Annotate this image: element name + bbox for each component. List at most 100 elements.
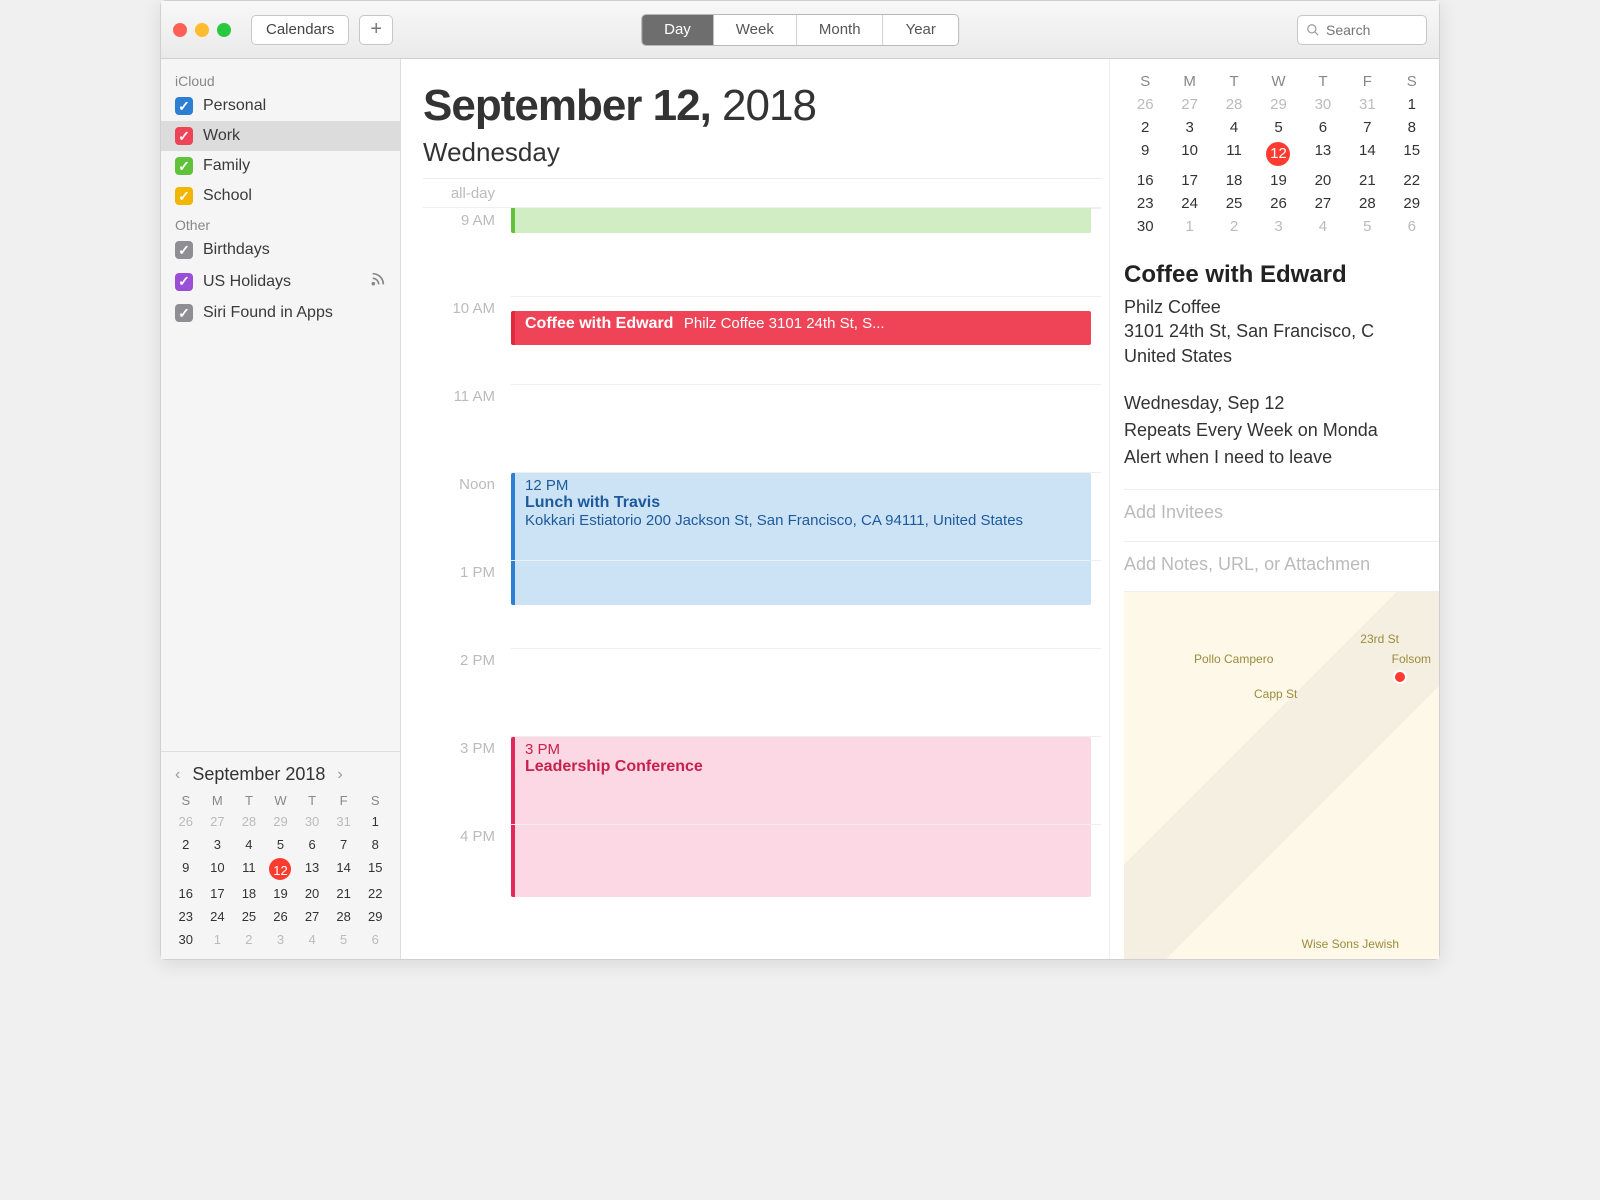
- day-cell[interactable]: 5: [329, 930, 359, 949]
- day-cell[interactable]: 29: [266, 812, 296, 831]
- day-cell[interactable]: 24: [1168, 195, 1210, 212]
- day-cell[interactable]: 9: [171, 858, 201, 880]
- calendar-checkbox[interactable]: ✓: [175, 157, 193, 175]
- day-cell[interactable]: 11: [234, 858, 264, 880]
- day-cell[interactable]: 16: [171, 884, 201, 903]
- day-cell[interactable]: 30: [1124, 218, 1166, 235]
- day-cell[interactable]: 6: [360, 930, 390, 949]
- minimize-icon[interactable]: [195, 23, 209, 37]
- day-cell[interactable]: 29: [360, 907, 390, 926]
- day-cell[interactable]: 12: [269, 858, 291, 880]
- sidebar-item-school[interactable]: ✓School: [161, 181, 400, 211]
- sidebar-item-work[interactable]: ✓Work: [161, 121, 400, 151]
- event-when[interactable]: Wednesday, Sep 12: [1124, 390, 1439, 417]
- day-cell[interactable]: 27: [1302, 195, 1344, 212]
- calendar-checkbox[interactable]: ✓: [175, 241, 193, 259]
- day-cell[interactable]: 2: [234, 930, 264, 949]
- day-cell[interactable]: 5: [1257, 119, 1299, 136]
- day-cell[interactable]: 30: [297, 812, 327, 831]
- sidebar-item-siri-found-in-apps[interactable]: ✓Siri Found in Apps: [161, 298, 400, 328]
- day-cell[interactable]: 13: [1302, 142, 1344, 166]
- day-cell[interactable]: 31: [1346, 96, 1388, 113]
- day-cell[interactable]: 16: [1124, 172, 1166, 189]
- day-cell[interactable]: 15: [1391, 142, 1433, 166]
- event-block[interactable]: 8:30 AMFaceTime with grandma: [511, 208, 1091, 233]
- add-invitees-field[interactable]: Add Invitees: [1124, 502, 1439, 523]
- day-cell[interactable]: 28: [1346, 195, 1388, 212]
- event-title[interactable]: Coffee with Edward: [1124, 261, 1439, 289]
- day-cell[interactable]: 10: [1168, 142, 1210, 166]
- day-grid[interactable]: 9 AM8:30 AMFaceTime with grandma10 AMCof…: [423, 208, 1101, 959]
- day-cell[interactable]: 8: [360, 835, 390, 854]
- day-cell[interactable]: 1: [1168, 218, 1210, 235]
- day-cell[interactable]: 7: [1346, 119, 1388, 136]
- day-cell[interactable]: 6: [1391, 218, 1433, 235]
- day-cell[interactable]: 19: [266, 884, 296, 903]
- day-cell[interactable]: 7: [329, 835, 359, 854]
- search-input[interactable]: [1326, 22, 1406, 38]
- calendar-checkbox[interactable]: ✓: [175, 187, 193, 205]
- day-cell[interactable]: 30: [171, 930, 201, 949]
- sidebar-item-us-holidays[interactable]: ✓US Holidays: [161, 265, 400, 298]
- calendar-checkbox[interactable]: ✓: [175, 273, 193, 291]
- day-cell[interactable]: 19: [1257, 172, 1299, 189]
- day-cell[interactable]: 26: [1124, 96, 1166, 113]
- hour-cell[interactable]: 3 PMLeadership Conference: [511, 736, 1101, 824]
- day-cell[interactable]: 17: [1168, 172, 1210, 189]
- hour-cell[interactable]: 12 PMLunch with TravisKokkari Estiatorio…: [511, 472, 1101, 560]
- day-cell[interactable]: 15: [360, 858, 390, 880]
- day-cell[interactable]: 23: [171, 907, 201, 926]
- day-cell[interactable]: 8: [1391, 119, 1433, 136]
- day-cell[interactable]: 9: [1124, 142, 1166, 166]
- day-cell[interactable]: 27: [297, 907, 327, 926]
- hour-cell[interactable]: 8:30 AMFaceTime with grandma: [511, 208, 1101, 296]
- day-cell[interactable]: 26: [171, 812, 201, 831]
- allday-row[interactable]: all-day: [423, 178, 1101, 208]
- day-cell[interactable]: 26: [266, 907, 296, 926]
- day-cell[interactable]: 11: [1213, 142, 1255, 166]
- day-cell[interactable]: 14: [1346, 142, 1388, 166]
- day-cell[interactable]: 2: [1124, 119, 1166, 136]
- sidebar-item-family[interactable]: ✓Family: [161, 151, 400, 181]
- day-cell[interactable]: 27: [203, 812, 233, 831]
- calendar-checkbox[interactable]: ✓: [175, 304, 193, 322]
- hour-cell[interactable]: [511, 648, 1101, 736]
- event-alert[interactable]: Alert when I need to leave: [1124, 444, 1439, 471]
- day-cell[interactable]: 21: [329, 884, 359, 903]
- month-picker[interactable]: SMTWTFS262728293031123456789101112131415…: [1124, 73, 1439, 235]
- sidebar-item-birthdays[interactable]: ✓Birthdays: [161, 235, 400, 265]
- event-location[interactable]: Philz Coffee 3101 24th St, San Francisco…: [1124, 295, 1439, 368]
- day-cell[interactable]: 2: [1213, 218, 1255, 235]
- event-repeat[interactable]: Repeats Every Week on Monda: [1124, 417, 1439, 444]
- calendar-checkbox[interactable]: ✓: [175, 127, 193, 145]
- day-cell[interactable]: 20: [1302, 172, 1344, 189]
- event-map[interactable]: 23rd St Pollo Campero Capp St Folsom Wis…: [1124, 591, 1439, 959]
- day-cell[interactable]: 31: [329, 812, 359, 831]
- view-year[interactable]: Year: [884, 15, 958, 45]
- day-cell[interactable]: 4: [297, 930, 327, 949]
- calendar-checkbox[interactable]: ✓: [175, 97, 193, 115]
- day-cell[interactable]: 12: [1266, 142, 1290, 166]
- day-cell[interactable]: 5: [266, 835, 296, 854]
- add-notes-field[interactable]: Add Notes, URL, or Attachmen: [1124, 554, 1439, 575]
- day-cell[interactable]: 28: [234, 812, 264, 831]
- day-cell[interactable]: 1: [203, 930, 233, 949]
- day-cell[interactable]: 4: [1213, 119, 1255, 136]
- hour-cell[interactable]: [511, 384, 1101, 472]
- zoom-icon[interactable]: [217, 23, 231, 37]
- day-cell[interactable]: 25: [1213, 195, 1255, 212]
- view-month[interactable]: Month: [797, 15, 884, 45]
- day-cell[interactable]: 3: [266, 930, 296, 949]
- day-cell[interactable]: 26: [1257, 195, 1299, 212]
- add-event-button[interactable]: +: [359, 15, 393, 45]
- day-cell[interactable]: 27: [1168, 96, 1210, 113]
- day-cell[interactable]: 23: [1124, 195, 1166, 212]
- hour-cell[interactable]: Coffee with Edward Philz Coffee 3101 24t…: [511, 296, 1101, 384]
- day-cell[interactable]: 28: [329, 907, 359, 926]
- day-cell[interactable]: 21: [1346, 172, 1388, 189]
- day-cell[interactable]: 25: [234, 907, 264, 926]
- mini-next-button[interactable]: ›: [333, 766, 346, 784]
- day-cell[interactable]: 13: [297, 858, 327, 880]
- hour-cell[interactable]: [511, 560, 1101, 648]
- day-cell[interactable]: 2: [171, 835, 201, 854]
